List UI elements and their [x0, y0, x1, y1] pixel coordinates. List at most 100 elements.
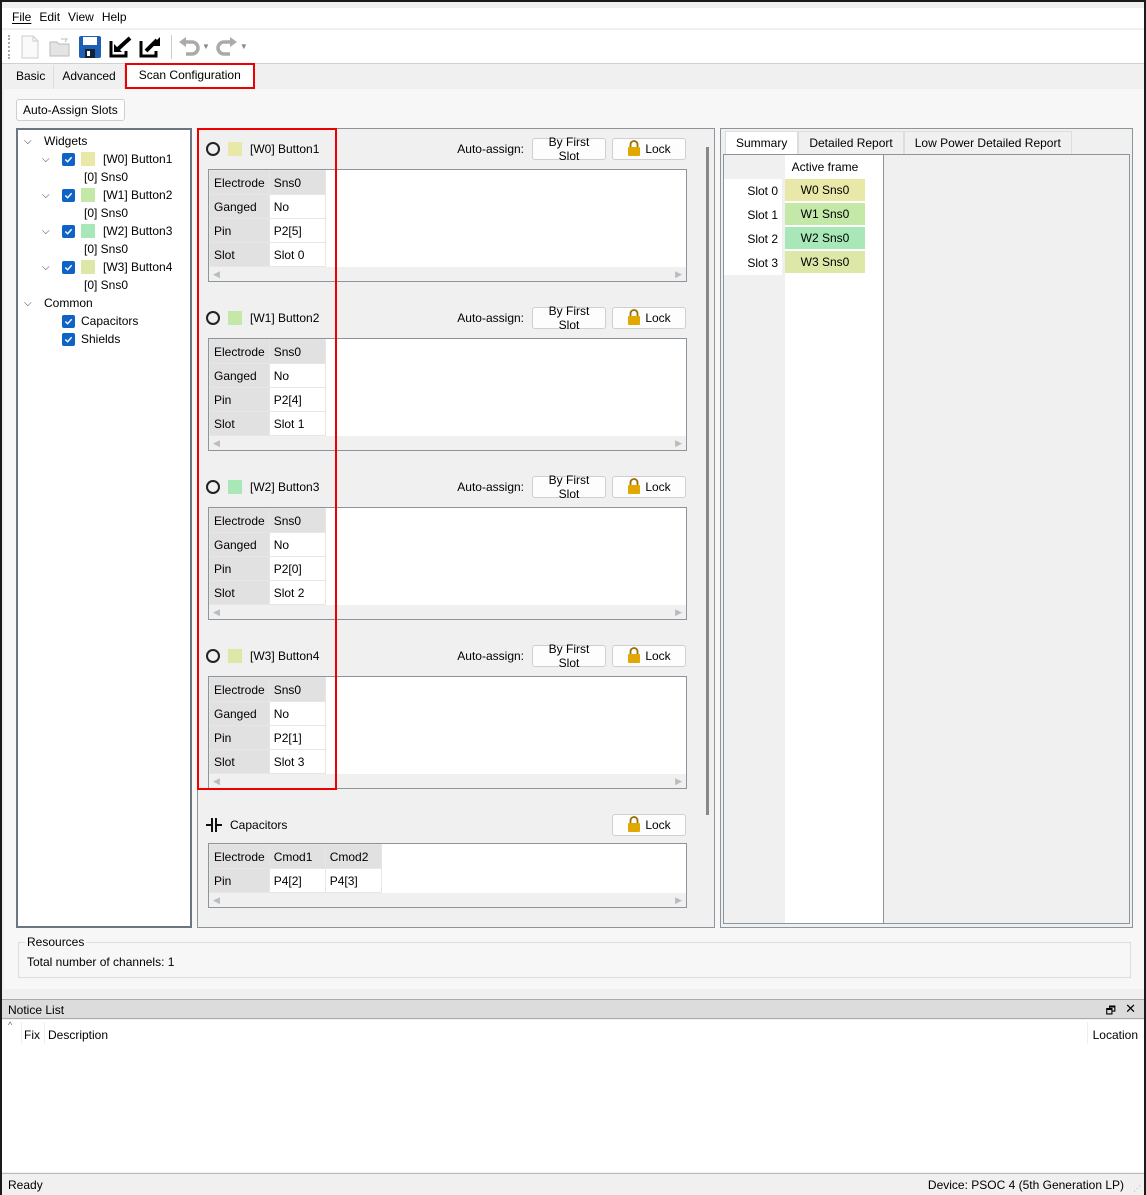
tree-node-widget-2[interactable]: ⌵ [W2] Button3	[42, 222, 172, 240]
table-cell[interactable]: No	[268, 194, 326, 219]
tree-node-capacitors[interactable]: Capacitors	[62, 312, 138, 330]
by-first-slot-button[interactable]: By First Slot	[532, 135, 606, 163]
export-icon[interactable]	[137, 34, 163, 60]
table-cell[interactable]: No	[268, 532, 326, 557]
chevron-down-icon[interactable]: ⌵	[24, 298, 36, 309]
new-file-icon[interactable]	[17, 34, 43, 60]
scroll-left-icon[interactable]: ◀	[213, 269, 220, 280]
scroll-right-icon[interactable]: ▶	[675, 607, 682, 618]
scroll-right-icon[interactable]: ▶	[675, 438, 682, 449]
redo-icon[interactable]	[214, 34, 240, 60]
scroll-left-icon[interactable]: ◀	[213, 607, 220, 618]
column-header-fix[interactable]: Fix	[24, 1028, 40, 1042]
auto-assign-slots-button[interactable]: Auto-Assign Slots	[16, 99, 125, 121]
table-cell[interactable]: P2[0]	[268, 556, 326, 581]
chevron-down-icon[interactable]: ⌵	[24, 136, 36, 147]
checkbox-checked-icon[interactable]	[62, 314, 75, 328]
table-cell[interactable]: P4[3]	[324, 868, 382, 893]
menu-edit[interactable]: Edit	[37, 8, 66, 28]
chevron-down-icon[interactable]: ⌵	[42, 226, 54, 237]
chevron-down-icon[interactable]: ⌵	[42, 190, 54, 201]
table-cell[interactable]: No	[268, 701, 326, 726]
scroll-left-icon[interactable]: ◀	[213, 438, 220, 449]
scroll-right-icon[interactable]: ▶	[675, 269, 682, 280]
table-cell[interactable]: No	[268, 363, 326, 388]
tab-low-power-detailed-report[interactable]: Low Power Detailed Report	[903, 131, 1072, 155]
horizontal-scrollbar[interactable]: ◀ ▶	[209, 436, 686, 450]
lock-button[interactable]: Lock	[612, 138, 686, 160]
redo-dropdown-icon[interactable]: ▼	[240, 42, 248, 51]
table-cell[interactable]: Cmod2	[324, 844, 382, 869]
table-cell[interactable]: Sns0	[268, 508, 326, 533]
scroll-right-icon[interactable]: ▶	[675, 776, 682, 787]
lock-button[interactable]: Lock	[612, 476, 686, 498]
by-first-slot-button[interactable]: By First Slot	[532, 642, 606, 670]
by-first-slot-button[interactable]: By First Slot	[532, 304, 606, 332]
undo-dropdown-icon[interactable]: ▼	[202, 42, 210, 51]
table-cell[interactable]: Cmod1	[268, 844, 326, 869]
menu-file[interactable]: File	[10, 8, 37, 28]
tab-advanced[interactable]: Advanced	[54, 65, 125, 89]
capacitors-lock-button[interactable]: Lock	[612, 814, 686, 836]
resize-grip-icon[interactable]: ⋰	[1133, 1184, 1141, 1193]
tree-node-widget-0[interactable]: ⌵ [W0] Button1	[42, 150, 172, 168]
checkbox-checked-icon[interactable]	[62, 332, 75, 346]
radio-button[interactable]	[206, 311, 220, 325]
tree-node-widget-3[interactable]: ⌵ [W3] Button4	[42, 258, 172, 276]
tab-basic[interactable]: Basic	[8, 65, 55, 89]
chevron-down-icon[interactable]: ⌵	[42, 262, 54, 273]
by-first-slot-button[interactable]: By First Slot	[532, 473, 606, 501]
table-cell[interactable]: P2[1]	[268, 725, 326, 750]
slot-assignment-cell[interactable]: W2 Sns0	[785, 227, 865, 250]
close-icon[interactable]: ✕	[1125, 1001, 1136, 1017]
scroll-left-icon[interactable]: ◀	[213, 776, 220, 787]
tab-summary[interactable]: Summary	[725, 131, 799, 155]
slot-assignment-cell[interactable]: W3 Sns0	[785, 251, 865, 274]
table-cell[interactable]: Sns0	[268, 170, 326, 195]
scroll-right-icon[interactable]: ▶	[675, 895, 682, 906]
checkbox-checked-icon[interactable]	[62, 224, 75, 238]
slot-assignment-cell[interactable]: W0 Sns0	[785, 179, 865, 202]
tree-node-common[interactable]: ⌵ Common	[24, 294, 93, 312]
chevron-down-icon[interactable]: ⌵	[42, 154, 54, 165]
lock-button[interactable]: Lock	[612, 645, 686, 667]
import-icon[interactable]	[107, 34, 133, 60]
horizontal-scrollbar[interactable]: ◀ ▶	[209, 267, 686, 281]
table-cell[interactable]: Sns0	[268, 677, 326, 702]
table-cell[interactable]: Slot 2	[268, 580, 326, 605]
vertical-scrollbar[interactable]	[706, 147, 709, 815]
tree-node-shields[interactable]: Shields	[62, 330, 120, 348]
save-icon[interactable]	[77, 34, 103, 60]
horizontal-scrollbar[interactable]: ◀ ▶	[209, 893, 686, 907]
table-cell[interactable]: P2[5]	[268, 218, 326, 243]
radio-button[interactable]	[206, 649, 220, 663]
tree-node-widgets[interactable]: ⌵ Widgets	[24, 132, 87, 150]
tree-node-sensor[interactable]: [0] Sns0	[84, 240, 128, 258]
scroll-left-icon[interactable]: ◀	[213, 895, 220, 906]
column-header-location[interactable]: Location	[1093, 1028, 1138, 1042]
slot-assignment-cell[interactable]: W1 Sns0	[785, 203, 865, 226]
open-folder-icon[interactable]	[47, 34, 73, 60]
tab-detailed-report[interactable]: Detailed Report	[798, 131, 904, 155]
menu-help[interactable]: Help	[100, 8, 133, 28]
checkbox-checked-icon[interactable]	[62, 188, 75, 202]
horizontal-scrollbar[interactable]: ◀ ▶	[209, 774, 686, 788]
table-cell[interactable]: P2[4]	[268, 387, 326, 412]
tree-node-sensor[interactable]: [0] Sns0	[84, 276, 128, 294]
toolbar-grip[interactable]	[8, 34, 11, 59]
radio-button[interactable]	[206, 480, 220, 494]
radio-button[interactable]	[206, 142, 220, 156]
tree-node-widget-1[interactable]: ⌵ [W1] Button2	[42, 186, 172, 204]
tree-node-sensor[interactable]: [0] Sns0	[84, 204, 128, 222]
menu-view[interactable]: View	[66, 8, 100, 28]
horizontal-scrollbar[interactable]: ◀ ▶	[209, 605, 686, 619]
table-cell[interactable]: Slot 3	[268, 749, 326, 774]
checkbox-checked-icon[interactable]	[62, 260, 75, 274]
table-cell[interactable]: P4[2]	[268, 868, 326, 893]
table-cell[interactable]: Sns0	[268, 339, 326, 364]
undo-icon[interactable]	[176, 34, 202, 60]
table-cell[interactable]: Slot 0	[268, 242, 326, 267]
restore-icon[interactable]: 🗗	[1106, 1002, 1116, 1021]
column-header-description[interactable]: Description	[48, 1028, 108, 1042]
lock-button[interactable]: Lock	[612, 307, 686, 329]
